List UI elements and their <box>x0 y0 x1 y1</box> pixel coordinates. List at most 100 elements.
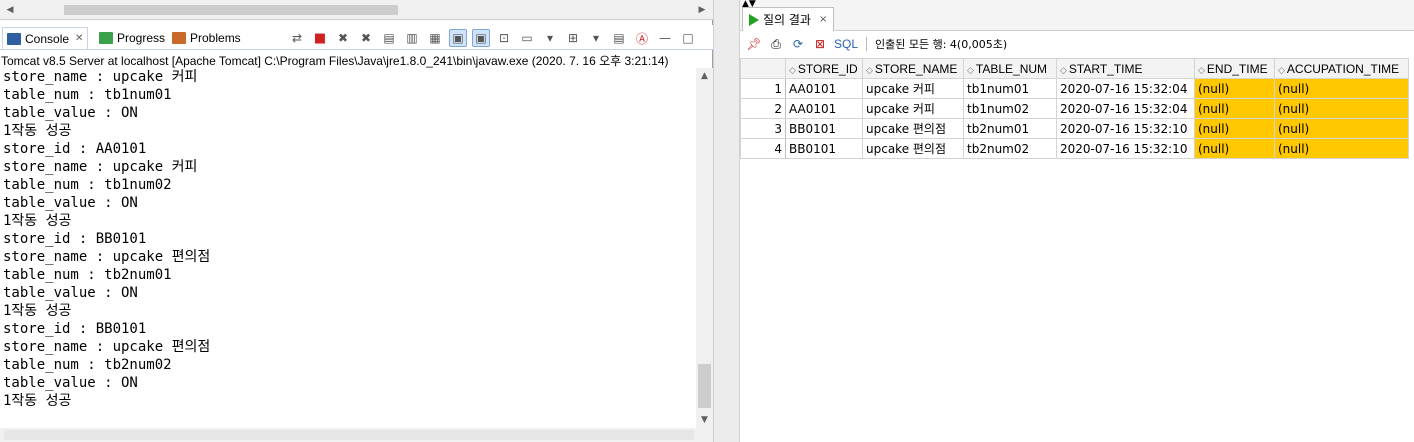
scroll-lock-icon[interactable]: ▥ <box>403 29 421 47</box>
pin-console-icon[interactable]: ⊡ <box>495 29 513 47</box>
tab-problems-label: Problems <box>190 31 241 45</box>
console-vertical-scrollbar[interactable]: ▲ ▼ <box>696 68 713 428</box>
column-header[interactable]: ◇ TABLE_NUM <box>963 58 1057 79</box>
cell-store-id[interactable]: BB0101 <box>785 118 863 139</box>
result-toolbar: 📌︎ ⎙ ⟳ ⊠ SQL 인출된 모든 행: 4(0,005초) <box>740 33 1414 55</box>
console-panel: ◀ ▶ Console ✕ Progress Problems ⇄ ■ ✖ ✖ … <box>0 0 713 442</box>
column-header-label: ACCUPATION_TIME <box>1286 61 1400 76</box>
open-console-icon[interactable]: ⊞ <box>564 29 582 47</box>
console-output[interactable]: store_name : upcake 커피 table_num : tb1num… <box>0 68 696 428</box>
column-header-label: START_TIME <box>1068 61 1143 76</box>
column-header[interactable]: ◇ ACCUPATION_TIME <box>1274 58 1409 79</box>
table-row[interactable]: 2 AA0101 upcake 커피 tb1num02 2020-07-16 1… <box>740 98 1409 119</box>
cell-table-num[interactable]: tb2num01 <box>963 118 1057 139</box>
console-line: store_name : upcake 커피 <box>3 69 198 85</box>
cell-store-id[interactable]: AA0101 <box>785 78 863 99</box>
row-number[interactable]: 4 <box>740 138 786 159</box>
console-horizontal-scrollbar[interactable] <box>0 428 713 442</box>
chevron-down-icon[interactable]: ▾ <box>541 29 559 47</box>
pin-icon[interactable]: 📌︎ <box>746 36 762 52</box>
tab-problems[interactable]: Problems <box>168 27 245 49</box>
run-triangle-icon <box>749 13 759 26</box>
chevron-down-icon[interactable]: ▾ <box>587 29 605 47</box>
cell-start-time[interactable]: 2020-07-16 15:32:04 <box>1056 98 1195 119</box>
tab-console-label: Console <box>25 31 70 46</box>
console-line: 1작동 성공 <box>3 303 72 319</box>
cell-accupation-time[interactable]: (null) <box>1274 98 1409 119</box>
cell-store-name[interactable]: upcake 커피 <box>862 98 964 119</box>
sql-button[interactable]: SQL <box>834 37 858 51</box>
cell-table-num[interactable]: tb1num01 <box>963 78 1057 99</box>
show-on-stderr-icon[interactable]: ▣ <box>472 29 490 47</box>
cell-store-id[interactable]: BB0101 <box>785 138 863 159</box>
maximize-icon[interactable]: □ <box>679 29 697 47</box>
column-header[interactable]: ◇ START_TIME <box>1056 58 1195 79</box>
outline-icon[interactable]: ▤ <box>610 29 628 47</box>
word-wrap-icon[interactable]: ▦ <box>426 29 444 47</box>
tab-progress-label: Progress <box>117 31 166 45</box>
console-line: 1작동 성공 <box>3 123 72 139</box>
cell-table-num[interactable]: tb1num02 <box>963 98 1057 119</box>
export-icon[interactable]: ⊠ <box>812 36 828 52</box>
cell-table-num[interactable]: tb2num02 <box>963 138 1057 159</box>
panel-divider[interactable] <box>713 0 740 442</box>
column-header[interactable]: ◇ STORE_NAME <box>862 58 964 79</box>
minimize-icon[interactable]: — <box>656 29 674 47</box>
cell-store-name[interactable]: upcake 커피 <box>862 78 964 99</box>
cell-end-time[interactable]: (null) <box>1194 98 1275 119</box>
cell-store-name[interactable]: upcake 편의점 <box>862 138 964 159</box>
debug-icon[interactable]: Ⓐ <box>633 29 651 47</box>
scroll-thumb[interactable] <box>698 364 711 408</box>
scroll-left-icon[interactable]: ◀ <box>2 3 18 17</box>
table-row[interactable]: 4 BB0101 upcake 편의점 tb2num02 2020-07-16 … <box>740 138 1409 159</box>
cell-start-time[interactable]: 2020-07-16 15:32:10 <box>1056 138 1195 159</box>
column-header[interactable]: ◇ END_TIME <box>1194 58 1275 79</box>
cell-start-time[interactable]: 2020-07-16 15:32:10 <box>1056 118 1195 139</box>
show-on-stdout-icon[interactable]: ▣ <box>449 29 467 47</box>
scroll-thumb[interactable] <box>64 5 398 15</box>
column-icon: ◇ <box>1060 64 1067 75</box>
refresh-icon[interactable]: ⟳ <box>790 36 806 52</box>
cell-accupation-time[interactable]: (null) <box>1274 138 1409 159</box>
console-line: store_name : upcake 편의점 <box>3 249 211 265</box>
scroll-up-icon[interactable]: ▲ <box>696 68 713 84</box>
row-number[interactable]: 3 <box>740 118 786 139</box>
tab-query-result[interactable]: 질의 결과 × <box>742 7 835 31</box>
cell-end-time[interactable]: (null) <box>1194 78 1275 99</box>
print-icon[interactable]: ⎙ <box>768 36 784 52</box>
column-header[interactable]: ◇ STORE_ID <box>785 58 863 79</box>
cell-end-time[interactable]: (null) <box>1194 118 1275 139</box>
clear-console-icon[interactable]: ▤ <box>380 29 398 47</box>
table-row[interactable]: 3 BB0101 upcake 편의점 tb2num01 2020-07-16 … <box>740 118 1409 139</box>
cell-accupation-time[interactable]: (null) <box>1274 78 1409 99</box>
fetched-rows-status: 인출된 모든 행: 4(0,005초) <box>875 38 1008 51</box>
tab-console[interactable]: Console ✕ <box>2 27 89 49</box>
display-console-icon[interactable]: ▭ <box>518 29 536 47</box>
scroll-thumb[interactable] <box>4 430 694 440</box>
remove-launch-icon[interactable]: ✖ <box>334 29 352 47</box>
console-line: store_id : BB0101 <box>3 321 147 337</box>
cell-end-time[interactable]: (null) <box>1194 138 1275 159</box>
result-tab-bar: ▲▼ 질의 결과 × <box>740 0 1414 31</box>
result-grid[interactable]: ◇ STORE_ID ◇ STORE_NAME ◇ TABLE_NUM ◇ START_… <box>740 58 1409 159</box>
cell-store-name[interactable]: upcake 편의점 <box>862 118 964 139</box>
close-icon[interactable]: × <box>819 14 827 25</box>
tab-progress[interactable]: Progress <box>95 27 169 49</box>
scroll-right-icon[interactable]: ▶ <box>694 3 710 17</box>
top-horizontal-scrollbar[interactable]: ◀ ▶ <box>0 3 713 17</box>
cell-start-time[interactable]: 2020-07-16 15:32:04 <box>1056 78 1195 99</box>
scroll-down-icon[interactable]: ▼ <box>696 412 713 428</box>
table-row[interactable]: 1 AA0101 upcake 커피 tb1num01 2020-07-16 1… <box>740 78 1409 99</box>
close-icon[interactable]: ✕ <box>75 33 83 44</box>
console-line: table_num : tb1num01 <box>3 87 172 103</box>
reconnect-icon[interactable]: ⇄ <box>288 29 306 47</box>
console-line: 1작동 성공 <box>3 393 72 409</box>
row-number[interactable]: 1 <box>740 78 786 99</box>
column-header-label: STORE_NAME <box>874 61 958 76</box>
cell-accupation-time[interactable]: (null) <box>1274 118 1409 139</box>
terminate-icon[interactable]: ■ <box>311 29 329 47</box>
row-number[interactable]: 2 <box>740 98 786 119</box>
remove-all-icon[interactable]: ✖ <box>357 29 375 47</box>
column-icon: ◇ <box>1198 64 1205 75</box>
cell-store-id[interactable]: AA0101 <box>785 98 863 119</box>
